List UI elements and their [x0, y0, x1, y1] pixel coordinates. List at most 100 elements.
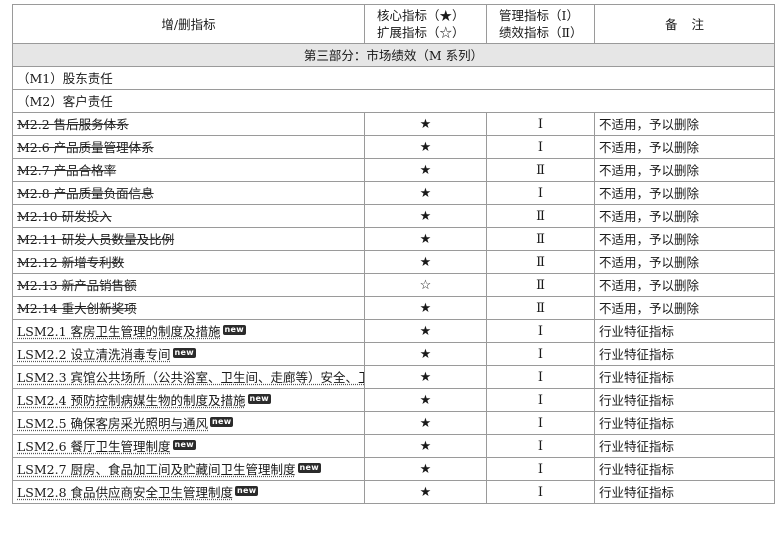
indicator-name-cell: M2.14 重大创新奖项 — [12, 296, 365, 320]
new-badge-icon: new — [172, 439, 196, 450]
core-star-icon: ★ — [364, 296, 487, 320]
header-row: 增/删指标 核心指标（★） 扩展指标（☆） 管理指标（Ⅰ） 绩效指标（Ⅱ） 备注 — [12, 4, 775, 44]
table-row: LSM2.3 宾馆公共场所（公共浴室、卫生间、走廊等）安全、卫生管理new★Ⅰ行… — [12, 365, 775, 389]
added-indicator-name: LSM2.3 宾馆公共场所（公共浴室、卫生间、走廊等）安全、卫生管理 — [17, 369, 364, 385]
added-indicator-name: LSM2.2 设立清洗消毒专间 — [17, 346, 171, 362]
header-extended-label: 扩展指标（☆） — [377, 25, 465, 40]
indicator-level-cell: Ⅰ — [486, 135, 595, 159]
table-row: M2.12 新增专利数 ★ Ⅱ 不适用，予以删除 — [12, 250, 775, 274]
deleted-indicator-name: M2.12 新增专利数 — [17, 254, 125, 270]
indicator-level-cell: Ⅰ — [486, 342, 595, 366]
table-row: LSM2.5 确保客房采光照明与通风 new ★ Ⅰ 行业特征指标 — [12, 411, 775, 435]
indicator-level-cell: Ⅰ — [486, 112, 595, 136]
subsection-row-m2: （M2）客户责任 — [12, 89, 775, 113]
indicator-level-cell: Ⅱ — [486, 158, 595, 182]
core-star-icon: ★ — [364, 411, 487, 435]
header-performance-label: 绩效指标（Ⅱ） — [499, 25, 583, 40]
core-star-icon: ★ — [364, 434, 487, 458]
table-row: M2.6 产品质量管理体系 ★ Ⅰ 不适用，予以删除 — [12, 135, 775, 159]
deleted-indicator-name: M2.6 产品质量管理体系 — [17, 139, 154, 155]
indicator-name-cell: M2.7 产品合格率 — [12, 158, 365, 182]
indicator-level-cell: Ⅰ — [486, 434, 595, 458]
core-star-icon: ★ — [364, 250, 487, 274]
remark-cell: 行业特征指标 — [594, 457, 775, 481]
remark-cell: 不适用，予以删除 — [594, 250, 775, 274]
indicator-name-cell: M2.11 研发人员数量及比例 — [12, 227, 365, 251]
table-row: M2.14 重大创新奖项 ★ Ⅱ 不适用，予以删除 — [12, 296, 775, 320]
subsection-shareholder: （M1）股东责任 — [12, 66, 775, 90]
core-star-icon: ★ — [364, 480, 487, 504]
indicator-name-cell: M2.2 售后服务体系 — [12, 112, 365, 136]
table-row: LSM2.6 餐厅卫生管理制度 new ★ Ⅰ 行业特征指标 — [12, 434, 775, 458]
deleted-indicator-name: M2.11 研发人员数量及比例 — [17, 231, 175, 247]
indicator-name-cell: LSM2.4 预防控制病媒生物的制度及措施 new — [12, 388, 365, 412]
table-row: M2.10 研发投入 ★ Ⅱ 不适用，予以删除 — [12, 204, 775, 228]
header-remark: 备注 — [594, 4, 775, 44]
header-core-extended: 核心指标（★） 扩展指标（☆） — [364, 4, 487, 44]
core-star-icon: ★ — [364, 319, 487, 343]
remark-cell: 不适用，予以删除 — [594, 112, 775, 136]
table-row: M2.2 售后服务体系 ★ Ⅰ 不适用，予以删除 — [12, 112, 775, 136]
indicator-name-cell: LSM2.6 餐厅卫生管理制度 new — [12, 434, 365, 458]
new-badge-icon: new — [222, 324, 246, 335]
added-indicator-name: LSM2.1 客房卫生管理的制度及措施 — [17, 323, 221, 339]
indicator-name-cell: M2.12 新增专利数 — [12, 250, 365, 274]
new-badge-icon: new — [235, 485, 259, 496]
indicator-level-cell: Ⅱ — [486, 227, 595, 251]
remark-cell: 行业特征指标 — [594, 388, 775, 412]
indicator-level-cell: Ⅰ — [486, 365, 595, 389]
indicator-table-wrap: 增/删指标 核心指标（★） 扩展指标（☆） 管理指标（Ⅰ） 绩效指标（Ⅱ） 备注… — [12, 4, 775, 504]
added-indicator-name: LSM2.6 餐厅卫生管理制度 — [17, 438, 171, 454]
indicator-level-cell: Ⅰ — [486, 181, 595, 205]
remark-cell: 不适用，予以删除 — [594, 227, 775, 251]
deleted-indicator-name: M2.7 产品合格率 — [17, 162, 117, 178]
remark-cell: 不适用，予以删除 — [594, 181, 775, 205]
header-add-delete-indicator: 增/删指标 — [12, 4, 365, 44]
indicator-level-cell: Ⅱ — [486, 250, 595, 274]
indicator-name-cell: M2.6 产品质量管理体系 — [12, 135, 365, 159]
indicator-name-cell: LSM2.5 确保客房采光照明与通风 new — [12, 411, 365, 435]
added-indicator-name: LSM2.5 确保客房采光照明与通风 — [17, 415, 209, 431]
new-badge-icon: new — [297, 462, 321, 473]
remark-cell: 行业特征指标 — [594, 319, 775, 343]
new-badge-icon: new — [172, 347, 196, 358]
subsection-customer: （M2）客户责任 — [12, 89, 775, 113]
remark-cell: 不适用，予以删除 — [594, 273, 775, 297]
remark-cell: 不适用，予以删除 — [594, 158, 775, 182]
table-row: M2.11 研发人员数量及比例 ★ Ⅱ 不适用，予以删除 — [12, 227, 775, 251]
core-star-icon: ★ — [364, 227, 487, 251]
table-row: LSM2.2 设立清洗消毒专间 new ★ Ⅰ 行业特征指标 — [12, 342, 775, 366]
core-star-icon: ★ — [364, 457, 487, 481]
subsection-row-m1: （M1）股东责任 — [12, 66, 775, 90]
table-row: M2.8 产品质量负面信息 ★ Ⅰ 不适用，予以删除 — [12, 181, 775, 205]
indicator-name-cell: LSM2.1 客房卫生管理的制度及措施 new — [12, 319, 365, 343]
new-badge-icon: new — [210, 416, 234, 427]
table-row: LSM2.1 客房卫生管理的制度及措施 new ★ Ⅰ 行业特征指标 — [12, 319, 775, 343]
core-star-icon: ★ — [364, 112, 487, 136]
core-star-icon: ★ — [364, 181, 487, 205]
indicator-level-cell: Ⅰ — [486, 480, 595, 504]
indicator-level-cell: Ⅱ — [486, 273, 595, 297]
core-star-icon: ★ — [364, 135, 487, 159]
indicator-level-cell: Ⅰ — [486, 411, 595, 435]
added-indicator-name: LSM2.4 预防控制病媒生物的制度及措施 — [17, 392, 246, 408]
core-star-icon: ★ — [364, 342, 487, 366]
added-indicator-name: LSM2.7 厨房、食品加工间及贮藏间卫生管理制度 — [17, 461, 296, 477]
indicator-level-cell: Ⅱ — [486, 296, 595, 320]
header-management-label: 管理指标（Ⅰ） — [499, 8, 579, 23]
indicator-name-cell: LSM2.2 设立清洗消毒专间 new — [12, 342, 365, 366]
indicator-name-cell: M2.8 产品质量负面信息 — [12, 181, 365, 205]
remark-cell: 不适用，予以删除 — [594, 204, 775, 228]
header-core-label: 核心指标（★） — [377, 8, 465, 23]
table-row: M2.7 产品合格率 ★ Ⅱ 不适用，予以删除 — [12, 158, 775, 182]
deleted-indicator-name: M2.10 研发投入 — [17, 208, 112, 224]
remark-cell: 行业特征指标 — [594, 480, 775, 504]
deleted-indicator-name: M2.14 重大创新奖项 — [17, 300, 137, 316]
core-star-icon: ★ — [364, 158, 487, 182]
indicator-level-cell: Ⅰ — [486, 388, 595, 412]
indicator-level-cell: Ⅱ — [486, 204, 595, 228]
added-indicator-name: LSM2.8 食品供应商安全卫生管理制度 — [17, 484, 234, 500]
new-badge-icon: new — [247, 393, 271, 404]
core-star-icon: ★ — [364, 365, 487, 389]
remark-cell: 行业特征指标 — [594, 411, 775, 435]
